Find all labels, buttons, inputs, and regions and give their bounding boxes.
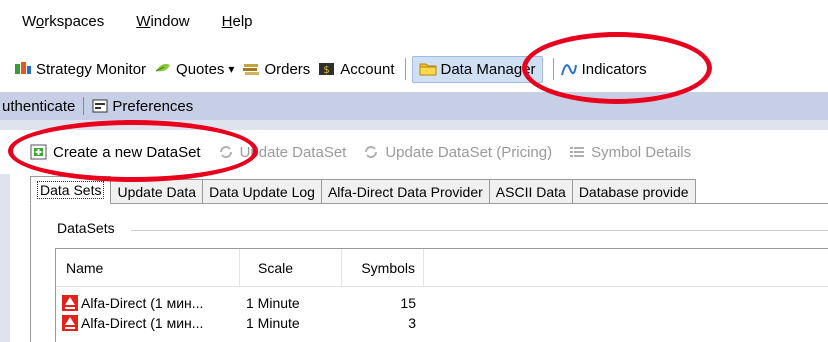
data-manager-label: Data Manager (440, 60, 536, 78)
toolbar-separator (404, 58, 406, 80)
authenticate-button[interactable]: uthenticate (2, 98, 75, 115)
quotes-button[interactable]: Quotes ▾ (154, 61, 234, 78)
column-header-name[interactable]: Name (56, 249, 240, 287)
column-header-scale[interactable]: Scale (240, 249, 342, 287)
menu-window[interactable]: Window (136, 13, 189, 30)
datasets-group-label: DataSets (57, 220, 115, 236)
row-name-cell: Alfa-Direct (1 мин... (62, 293, 240, 313)
tab-content: DataSets Name Scale Symbols Alfa-Direct … (30, 204, 828, 342)
row-scale: 1 Minute (246, 295, 300, 311)
tab-database-provider[interactable]: Database provide (571, 179, 696, 203)
strategy-monitor-label: Strategy Monitor (36, 60, 147, 78)
alfa-logo-icon (62, 315, 78, 331)
refresh-icon (362, 144, 380, 160)
tab-strip: Data Sets Update Data Data Update Log Al… (30, 176, 828, 204)
toolbar-separator (552, 58, 554, 80)
tab-data-update-log[interactable]: Data Update Log (202, 179, 322, 203)
create-dataset-button[interactable]: Create a new DataSet (30, 144, 201, 161)
tab-data-sets[interactable]: Data Sets (30, 176, 112, 204)
toolbar-separator (83, 97, 85, 115)
create-dataset-label: Create a new DataSet (53, 143, 201, 161)
column-header-symbols[interactable]: Symbols (342, 249, 424, 287)
update-dataset-pricing-button[interactable]: Update DataSet (Pricing) (362, 144, 552, 161)
group-divider (131, 230, 828, 231)
symbol-details-label: Symbol Details (591, 143, 692, 161)
accounts-icon: $ (318, 61, 336, 77)
table-row[interactable]: Alfa-Direct (1 мин... 1 Minute 3 (56, 313, 828, 333)
accounts-button[interactable]: $ Account (318, 60, 395, 78)
menu-help[interactable]: Help (222, 13, 253, 30)
list-icon (568, 144, 586, 160)
refresh-icon (217, 144, 235, 160)
quotes-label: Quotes (176, 60, 225, 78)
row-name: Alfa-Direct (1 мин... (81, 315, 204, 331)
row-name-cell: Alfa-Direct (1 мин... (62, 313, 240, 333)
row-name: Alfa-Direct (1 мин... (81, 295, 204, 311)
preferences-button[interactable]: Preferences (112, 98, 193, 115)
menu-workspaces[interactable]: Workspaces (22, 13, 104, 30)
indicators-button[interactable]: Indicators (560, 61, 647, 78)
panel-top-border (0, 120, 828, 130)
secondary-toolbar: uthenticate Preferences (0, 92, 828, 120)
data-manager-button[interactable]: Data Manager (411, 55, 543, 83)
row-symbols: 3 (408, 315, 416, 331)
alfa-logo-icon (62, 295, 78, 311)
update-dataset-label: Update DataSet (239, 143, 347, 161)
tab-ascii-data[interactable]: ASCII Data (488, 179, 573, 203)
main-toolbar: Strategy Monitor Quotes ▾ Orders $ Accou… (0, 48, 828, 90)
symbol-details-button[interactable]: Symbol Details (568, 144, 691, 161)
tab-alfa-direct-data-provider[interactable]: Alfa-Direct Data Provider (320, 179, 490, 203)
accounts-label: Account (340, 60, 395, 78)
table-row[interactable]: Alfa-Direct (1 мин... 1 Minute 15 (56, 293, 828, 313)
orders-label: Orders (264, 60, 311, 78)
orders-icon (242, 61, 260, 77)
datasets-toolbar: Create a new DataSet Update DataSet Upda… (0, 130, 828, 174)
update-dataset-button[interactable]: Update DataSet (217, 143, 347, 161)
add-icon (30, 144, 48, 160)
row-symbols: 15 (400, 295, 416, 311)
indicators-label: Indicators (581, 60, 647, 78)
strategy-monitor-button[interactable]: Strategy Monitor (14, 61, 146, 78)
strategy-monitor-icon (14, 61, 32, 77)
menu-bar: Workspaces Window Help (0, 0, 828, 42)
row-scale: 1 Minute (246, 315, 300, 331)
update-dataset-pricing-label: Update DataSet (Pricing) (385, 143, 553, 161)
indicators-icon (560, 61, 578, 77)
quotes-icon (154, 61, 172, 77)
quotes-dropdown-icon[interactable]: ▾ (228, 62, 234, 76)
svg-text:$: $ (324, 65, 330, 76)
preferences-icon (92, 99, 108, 113)
list-header: Name Scale Symbols (56, 249, 828, 287)
datasets-list[interactable]: Name Scale Symbols Alfa-Direct (1 мин...… (55, 248, 828, 342)
orders-button[interactable]: Orders (242, 61, 310, 78)
folder-icon (419, 61, 437, 77)
tab-update-data[interactable]: Update Data (110, 179, 204, 203)
